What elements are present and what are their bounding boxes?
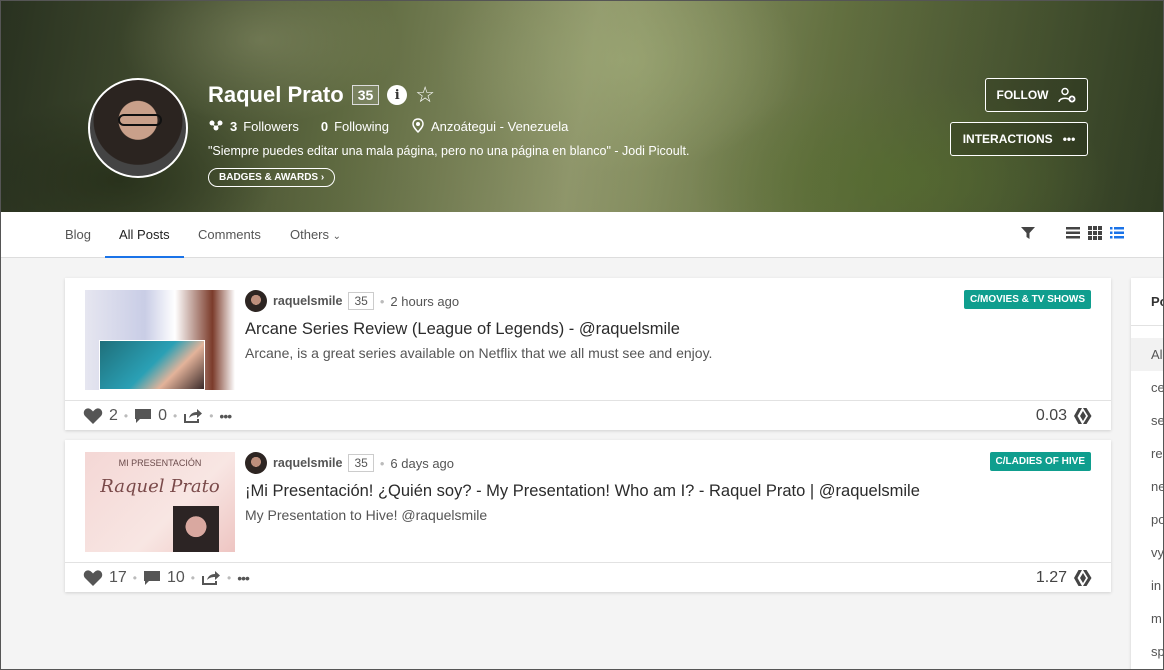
info-icon[interactable]: i bbox=[387, 85, 408, 105]
author-avatar[interactable] bbox=[245, 290, 267, 312]
author-reputation: 35 bbox=[348, 454, 374, 472]
more-icon[interactable]: ••• bbox=[237, 570, 250, 586]
star-icon[interactable]: ☆ bbox=[415, 84, 435, 106]
vote-count[interactable]: 17 bbox=[109, 569, 127, 587]
post-time[interactable]: 6 days ago bbox=[390, 456, 454, 471]
community-filter-panel: Po Al ce se re ne po vy in m sp bbox=[1131, 278, 1164, 670]
grid-view-icon[interactable] bbox=[1088, 226, 1102, 240]
post-thumbnail[interactable] bbox=[85, 290, 235, 390]
heart-icon[interactable] bbox=[83, 569, 103, 587]
chevron-down-icon: ⌄ bbox=[332, 231, 342, 242]
add-user-icon bbox=[1058, 87, 1076, 103]
profile-name: Raquel Prato bbox=[208, 82, 344, 107]
followers-count[interactable]: 3 bbox=[230, 119, 237, 134]
comment-icon[interactable] bbox=[134, 408, 152, 424]
profile-about: "Siempre puedes editar una mala página, … bbox=[208, 144, 690, 158]
post-summary[interactable]: My Presentation to Hive! @raquelsmile bbox=[245, 507, 487, 523]
author-reputation: 35 bbox=[348, 292, 374, 310]
vote-count[interactable]: 2 bbox=[109, 407, 118, 425]
post-author[interactable]: raquelsmile bbox=[273, 294, 342, 308]
profile-avatar[interactable] bbox=[88, 78, 188, 178]
location-icon bbox=[412, 118, 424, 134]
profile-info: Raquel Prato 35 i ☆ 3 Followers 0 Follow… bbox=[208, 82, 689, 187]
post-payout[interactable]: 1.27 bbox=[1036, 569, 1067, 587]
badges-awards-button[interactable]: BADGES & AWARDS › bbox=[208, 168, 336, 187]
post-author[interactable]: raquelsmile bbox=[273, 456, 342, 470]
location: Anzoátegui - Venezuela bbox=[431, 118, 569, 134]
thumbnail-caption: MI PRESENTACIÓN bbox=[118, 458, 202, 468]
post-footer: 17 • 10 • • ••• 1.27 bbox=[65, 562, 1111, 592]
community-badge[interactable]: C/LADIES OF HIVE bbox=[989, 452, 1091, 471]
reputation-badge: 35 bbox=[351, 85, 380, 105]
followers-icon bbox=[209, 120, 223, 131]
panel-item[interactable]: in bbox=[1131, 569, 1164, 602]
post-author-row: raquelsmile 35 • 6 days ago bbox=[245, 452, 454, 474]
panel-header: Po bbox=[1131, 278, 1164, 326]
tab-blog[interactable]: Blog bbox=[65, 212, 91, 258]
author-avatar[interactable] bbox=[245, 452, 267, 474]
post-thumbnail[interactable]: MI PRESENTACIÓN Raquel Prato bbox=[85, 452, 235, 552]
panel-item[interactable]: vy bbox=[1131, 536, 1164, 569]
post-author-row: raquelsmile 35 • 2 hours ago bbox=[245, 290, 459, 312]
panel-item[interactable]: se bbox=[1131, 404, 1164, 437]
heart-icon[interactable] bbox=[83, 407, 103, 425]
post-card[interactable]: raquelsmile 35 • 2 hours ago C/MOVIES & … bbox=[65, 278, 1111, 430]
profile-nav: Blog All Posts Comments Others ⌄ bbox=[0, 212, 1164, 258]
reblog-icon[interactable] bbox=[183, 408, 203, 424]
community-badge[interactable]: C/MOVIES & TV SHOWS bbox=[963, 290, 1091, 309]
view-options bbox=[1020, 226, 1124, 240]
post-payout[interactable]: 0.03 bbox=[1036, 407, 1067, 425]
post-summary[interactable]: Arcane, is a great series available on N… bbox=[245, 345, 712, 361]
post-title[interactable]: Arcane Series Review (League of Legends)… bbox=[245, 320, 680, 339]
comment-count[interactable]: 10 bbox=[167, 569, 185, 587]
comment-count[interactable]: 0 bbox=[158, 407, 167, 425]
panel-item[interactable]: re bbox=[1131, 437, 1164, 470]
panel-item[interactable]: m bbox=[1131, 602, 1164, 635]
followers-label[interactable]: Followers bbox=[243, 119, 299, 134]
panel-item[interactable]: ne bbox=[1131, 470, 1164, 503]
post-footer: 2 • 0 • • ••• 0.03 bbox=[65, 400, 1111, 430]
post-time[interactable]: 2 hours ago bbox=[390, 294, 459, 309]
panel-item[interactable]: ce bbox=[1131, 371, 1164, 404]
interactions-button[interactable]: INTERACTIONS ••• bbox=[950, 122, 1088, 156]
filter-icon[interactable] bbox=[1020, 226, 1036, 240]
post-card[interactable]: MI PRESENTACIÓN Raquel Prato raquelsmile… bbox=[65, 440, 1111, 592]
tab-all-posts[interactable]: All Posts bbox=[105, 212, 184, 258]
panel-item[interactable]: Al bbox=[1131, 338, 1164, 371]
following-count[interactable]: 0 bbox=[321, 119, 328, 134]
comment-icon[interactable] bbox=[143, 570, 161, 586]
interactions-label: INTERACTIONS bbox=[962, 132, 1053, 146]
tab-others-label: Others bbox=[290, 227, 330, 242]
panel-item[interactable]: po bbox=[1131, 503, 1164, 536]
hive-icon bbox=[1074, 570, 1092, 586]
panel-item[interactable]: sp bbox=[1131, 635, 1164, 668]
chevron-right-icon: › bbox=[320, 172, 325, 183]
hive-icon bbox=[1074, 408, 1092, 424]
thumbnail-title: Raquel Prato bbox=[100, 476, 220, 497]
list-view-icon[interactable] bbox=[1066, 227, 1080, 239]
post-title[interactable]: ¡Mi Presentación! ¿Quién soy? - My Prese… bbox=[245, 482, 920, 501]
follow-label: FOLLOW bbox=[996, 88, 1049, 102]
more-icon: ••• bbox=[1062, 132, 1076, 146]
badges-awards-label: BADGES & AWARDS bbox=[219, 172, 319, 183]
tab-comments[interactable]: Comments bbox=[198, 212, 261, 258]
tab-others[interactable]: Others ⌄ bbox=[290, 212, 341, 258]
follow-button[interactable]: FOLLOW bbox=[985, 78, 1088, 112]
following-label[interactable]: Following bbox=[334, 119, 389, 134]
more-icon[interactable]: ••• bbox=[219, 408, 232, 424]
compact-view-icon[interactable] bbox=[1110, 227, 1124, 239]
reblog-icon[interactable] bbox=[201, 570, 221, 586]
